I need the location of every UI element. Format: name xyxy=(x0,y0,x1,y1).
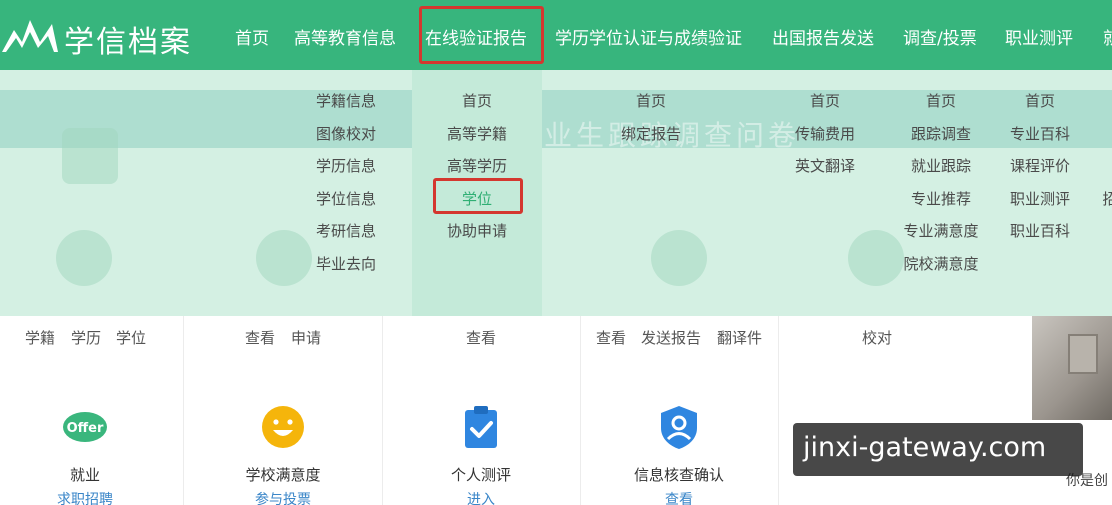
survey-item-tracking[interactable]: 跟踪调查 xyxy=(911,123,971,144)
cell-divider xyxy=(382,316,383,505)
nav-highlight-box xyxy=(419,6,544,64)
side-photo[interactable] xyxy=(1032,316,1112,420)
brand-title[interactable]: 学信档案 xyxy=(64,17,192,61)
submenu-highlight-box xyxy=(433,178,523,214)
cert-item-bind-report[interactable]: 绑定报告 xyxy=(621,123,681,144)
offer-icon-label: Offer xyxy=(67,421,104,436)
shield-user-icon[interactable] xyxy=(656,404,702,450)
link-send-report[interactable]: 发送报告 xyxy=(641,327,701,348)
dropdown-item-xueji[interactable]: 学籍信息 xyxy=(316,90,376,111)
service-link-view[interactable]: 查看 xyxy=(665,489,693,505)
survey-item-major-satisfaction[interactable]: 专业满意度 xyxy=(903,220,978,241)
nav-degree-certification[interactable]: 学历学位认证与成绩验证 xyxy=(555,24,742,49)
service-link-vote[interactable]: 参与投票 xyxy=(255,489,311,505)
ghost-shield-icon xyxy=(256,230,312,286)
survey-item-home[interactable]: 首页 xyxy=(926,90,956,111)
abroad-item-home[interactable]: 首页 xyxy=(810,90,840,111)
link-photo-check[interactable]: 校对 xyxy=(862,327,892,348)
ghost-monitor-icon xyxy=(62,128,118,184)
cell-divider xyxy=(580,316,581,505)
link-apply-report[interactable]: 申请 xyxy=(291,327,321,348)
dropdown-item-xuewei[interactable]: 学位信息 xyxy=(316,188,376,209)
cell-divider xyxy=(183,316,184,505)
survey-item-major-recommend[interactable]: 专业推荐 xyxy=(911,188,971,209)
service-title-assessment[interactable]: 个人测评 xyxy=(451,464,511,485)
service-title-employment[interactable]: 就业 xyxy=(70,464,100,485)
nav-survey-vote[interactable]: 调查/投票 xyxy=(903,24,977,49)
verify-item-xueli[interactable]: 高等学历 xyxy=(447,155,507,176)
link-xueji[interactable]: 学籍 xyxy=(25,327,55,348)
dropdown-item-kaoyan[interactable]: 考研信息 xyxy=(316,220,376,241)
verify-item-xueji[interactable]: 高等学籍 xyxy=(447,123,507,144)
watermark-text: jinxi-gateway.com xyxy=(803,432,1047,463)
link-view-report[interactable]: 查看 xyxy=(245,327,275,348)
nav-higher-education[interactable]: 高等教育信息 xyxy=(294,24,396,49)
career-item-career-test[interactable]: 职业测评 xyxy=(1010,188,1070,209)
offer-icon[interactable]: Offer xyxy=(62,404,108,450)
career-item-major-wiki[interactable]: 专业百科 xyxy=(1010,123,1070,144)
ghost-person-icon xyxy=(56,230,112,286)
survey-item-employment[interactable]: 就业跟踪 xyxy=(911,155,971,176)
chsi-logo-icon[interactable] xyxy=(0,12,60,56)
dropdown-item-image-check[interactable]: 图像校对 xyxy=(316,123,376,144)
service-title-satisfaction[interactable]: 学校满意度 xyxy=(245,464,320,485)
link-xueli[interactable]: 学历 xyxy=(71,327,101,348)
ghost-globe-icon xyxy=(651,230,707,286)
dropdown-item-xueli[interactable]: 学历信息 xyxy=(316,155,376,176)
link-view-cert[interactable]: 查看 xyxy=(466,327,496,348)
service-link-job[interactable]: 求职招聘 xyxy=(57,489,113,505)
abroad-item-translation[interactable]: 英文翻译 xyxy=(795,155,855,176)
clipboard-check-icon[interactable] xyxy=(458,404,504,450)
service-link-enter[interactable]: 进入 xyxy=(467,489,495,505)
verify-item-assist-apply[interactable]: 协助申请 xyxy=(447,220,507,241)
survey-item-school-satisfaction[interactable]: 院校满意度 xyxy=(903,253,978,274)
link-translation[interactable]: 翻译件 xyxy=(717,327,762,348)
career-item-course-review[interactable]: 课程评价 xyxy=(1010,155,1070,176)
service-title-info-check[interactable]: 信息核查确认 xyxy=(634,464,724,485)
nav-career-test[interactable]: 职业测评 xyxy=(1005,24,1073,49)
cell-divider xyxy=(778,316,779,505)
cert-item-home[interactable]: 首页 xyxy=(636,90,666,111)
verify-item-home[interactable]: 首页 xyxy=(462,90,492,111)
smiley-icon[interactable] xyxy=(260,404,306,450)
dropdown-item-partial[interactable]: 招 xyxy=(1102,188,1112,209)
career-item-career-wiki[interactable]: 职业百科 xyxy=(1010,220,1070,241)
link-view-abroad[interactable]: 查看 xyxy=(596,327,626,348)
nav-home[interactable]: 首页 xyxy=(235,24,269,49)
ghost-user-icon xyxy=(848,230,904,286)
nav-abroad-report[interactable]: 出国报告发送 xyxy=(772,24,874,49)
nav-employment-partial[interactable]: 就 xyxy=(1103,24,1112,49)
link-xuewei[interactable]: 学位 xyxy=(116,327,146,348)
abroad-item-fee[interactable]: 传输费用 xyxy=(795,123,855,144)
top-header: 学信档案 首页 高等教育信息 在线验证报告 学历学位认证与成绩验证 出国报告发送… xyxy=(0,0,1112,70)
dropdown-item-graduation[interactable]: 毕业去向 xyxy=(316,253,376,274)
career-item-home[interactable]: 首页 xyxy=(1025,90,1055,111)
